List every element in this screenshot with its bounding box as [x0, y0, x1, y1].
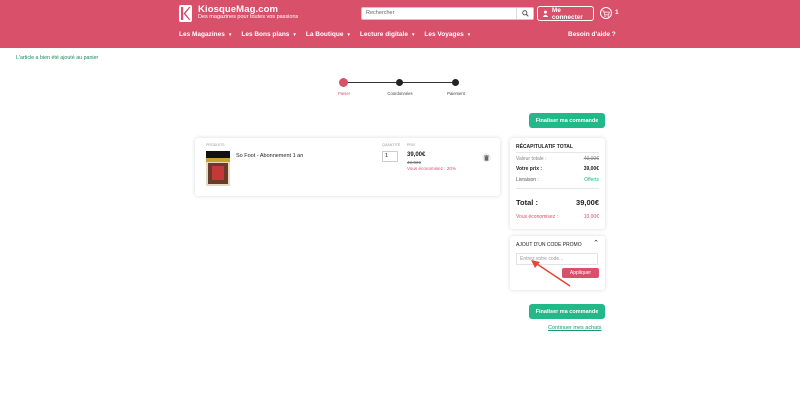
summary-delivery-value: Offerts [584, 177, 599, 183]
chevron-up-icon[interactable]: ⌃ [593, 239, 599, 247]
cart-count-badge: 1 [615, 9, 619, 16]
help-link[interactable]: Besoin d'aide ? [568, 31, 616, 38]
summary-your-price-label: Votre prix : [516, 166, 543, 172]
quantity-input[interactable]: 1 [382, 151, 398, 162]
nav-item-label: Les Bons plans [241, 31, 290, 38]
cart-button[interactable] [600, 7, 612, 19]
column-header-price: PRIX [407, 143, 416, 147]
summary-delivery-label: Livraison : [516, 177, 539, 183]
order-summary: RÉCAPITULATIF TOTAL Valeur totale : 49,0… [510, 138, 605, 229]
cart-item-card: PRODUITS QUANTITÉ PRIX So Foot - Abonnem… [195, 138, 500, 196]
cart-icon [602, 9, 610, 17]
added-to-cart-notice: L'article a bien été ajouté au panier [16, 55, 99, 61]
summary-divider [516, 188, 599, 189]
main-nav: Les Magazines ▼ Les Bons plans ▼ La Bout… [179, 31, 471, 38]
logo-tagline: Des magazines pour toutes vos passions [198, 14, 299, 20]
chevron-down-icon: ▼ [292, 32, 297, 37]
step-dot-cart [339, 78, 348, 87]
summary-row-total: Total : 39,00€ [516, 198, 599, 207]
annotation-arrow-icon [531, 260, 571, 287]
summary-total-value: 39,00€ [576, 198, 599, 207]
product-old-price: 49,00€ [407, 160, 422, 165]
summary-total-label: Total : [516, 198, 538, 207]
search-button[interactable] [516, 8, 533, 19]
summary-divider [516, 152, 599, 153]
summary-row-delivery: Livraison : Offerts [516, 177, 599, 183]
remove-item-button[interactable] [482, 153, 491, 162]
column-header-product: PRODUITS [206, 143, 225, 147]
login-button[interactable]: Me connecter [537, 6, 594, 21]
summary-title: RÉCAPITULATIF TOTAL [516, 144, 573, 150]
nav-item-voyages[interactable]: Les Voyages ▼ [424, 31, 471, 38]
step-label-payment: Paiement [447, 91, 465, 96]
checkout-button-top[interactable]: Finaliser ma commande [529, 113, 605, 128]
summary-savings-value: 10,00€ [583, 214, 599, 220]
user-icon [542, 10, 549, 17]
summary-savings-label: Vous économisez : [516, 214, 558, 220]
nav-item-magazines[interactable]: Les Magazines ▼ [179, 31, 232, 38]
continue-shopping-link[interactable]: Continuer mes achats [548, 325, 602, 331]
login-label: Me connecter [551, 6, 583, 21]
nav-item-label: Lecture digitale [359, 31, 408, 38]
nav-item-lecture-digitale[interactable]: Lecture digitale ▼ [360, 31, 416, 38]
trash-icon [484, 154, 489, 161]
promo-title: AJOUT D'UN CODE PROMO [516, 242, 582, 248]
column-header-quantity: QUANTITÉ [382, 143, 401, 147]
product-price: 39,00€ [407, 152, 426, 158]
step-dot-details [396, 79, 403, 86]
chevron-down-icon: ▼ [227, 32, 233, 37]
chevron-down-icon: ▼ [466, 32, 472, 37]
search-input[interactable]: Rechercher [366, 10, 394, 16]
logo-icon[interactable] [179, 5, 192, 22]
summary-row-your-price: Votre prix : 39,00€ [516, 166, 599, 172]
nav-item-boutique[interactable]: La Boutique ▼ [306, 31, 351, 38]
nav-item-label: Les Voyages [424, 31, 464, 38]
search-icon [521, 10, 529, 17]
summary-your-price-value: 39,00€ [583, 166, 599, 172]
checkout-button-bottom[interactable]: Finaliser ma commande [529, 304, 605, 319]
chevron-down-icon: ▼ [410, 32, 416, 37]
product-cover-image[interactable] [206, 151, 230, 186]
step-dot-payment [452, 79, 459, 86]
product-savings: Vous économisez : 20% [407, 166, 457, 171]
step-label-details: Coordonnées [387, 91, 413, 96]
site-header: KiosqueMag.com Des magazines pour toutes… [0, 0, 800, 48]
step-label-cart: Panier [337, 91, 351, 96]
nav-item-label: La Boutique [305, 31, 344, 38]
search-bar: Rechercher [361, 7, 534, 20]
nav-item-bons-plans[interactable]: Les Bons plans ▼ [241, 31, 297, 38]
nav-item-label: Les Magazines [179, 31, 225, 38]
summary-subtotal-value: 49,00€ [583, 156, 599, 162]
summary-row-subtotal: Valeur totale : 49,00€ [516, 156, 599, 162]
summary-subtotal-label: Valeur totale : [516, 156, 547, 162]
summary-row-savings: Vous économisez : 10,00€ [516, 214, 599, 220]
product-title[interactable]: So Foot - Abonnement 1 an [236, 153, 303, 159]
chevron-down-icon: ▼ [346, 32, 351, 37]
